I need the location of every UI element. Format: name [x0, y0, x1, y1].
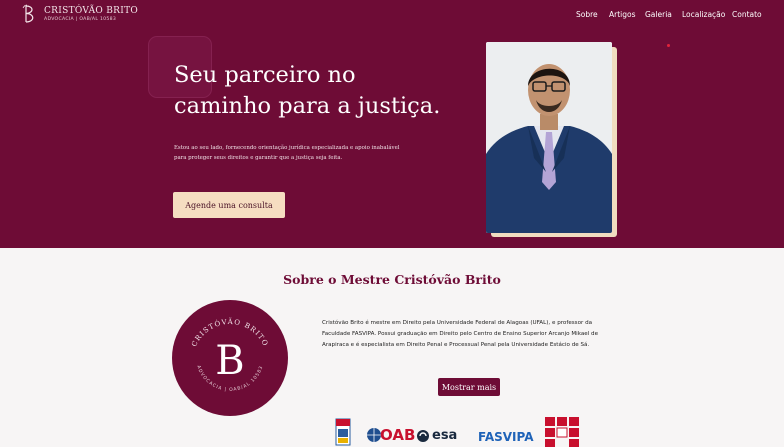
institution-grid-logo-icon — [545, 417, 579, 447]
brand-name[interactable]: CRISTÓVÃO BRITO — [44, 6, 138, 16]
indicator-dot — [667, 44, 670, 47]
oab-logo-text: OAB — [380, 426, 416, 444]
esa-logo-text: esa — [432, 428, 458, 443]
navbar: CRISTÓVÃO BRITO ADVOCACIA | OAB/AL 10583… — [0, 0, 784, 30]
fasvipa-logo: FASVIPA — [478, 430, 534, 444]
hero-title: Seu parceiro no caminho para a justiça. — [174, 60, 440, 122]
esa-logo: esa — [416, 427, 466, 445]
emblem-letter: B — [215, 338, 244, 384]
lawyer-portrait — [486, 42, 612, 233]
nav-link-localizacao[interactable]: Localização — [682, 10, 725, 19]
show-more-button[interactable]: Mostrar mais — [438, 378, 500, 396]
schedule-consultation-button[interactable]: Agende uma consulta — [173, 192, 285, 218]
about-title: Sobre o Mestre Cristóvão Brito — [283, 272, 501, 287]
esa-swirl-icon — [417, 430, 429, 442]
portrait-illustration — [486, 42, 612, 233]
hero-title-line-2: caminho para a justiça. — [174, 93, 441, 119]
nav-link-sobre[interactable]: Sobre — [576, 10, 598, 19]
about-description: Cristóvão Brito é mestre em Direito pela… — [322, 320, 599, 349]
logo-b-icon[interactable] — [21, 4, 37, 24]
hero-description: Estou ao seu lado, fornecendo orientação… — [174, 145, 400, 162]
brand-emblem-logo: CRISTÓVÃO BRITO ADVOCACIA | OAB/AL 10583… — [172, 300, 288, 416]
university-crest-icon — [335, 418, 351, 446]
nav-link-galeria[interactable]: Galeria — [645, 10, 672, 19]
brand-subtitle: ADVOCACIA | OAB/AL 10583 — [44, 17, 117, 22]
hero-section: Seu parceiro no caminho para a justiça. … — [0, 30, 784, 248]
hero-title-line-1: Seu parceiro no — [174, 62, 356, 88]
nav-link-artigos[interactable]: Artigos — [609, 10, 636, 19]
nav-link-contato[interactable]: Contato — [732, 10, 762, 19]
oab-logo: OAB — [366, 426, 415, 444]
